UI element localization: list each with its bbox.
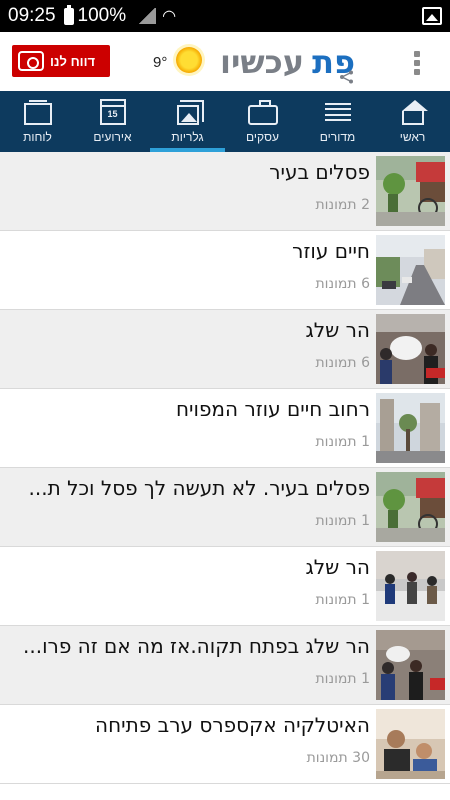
app-logo[interactable]: עכשיו פת xyxy=(220,40,355,82)
sun-icon xyxy=(176,47,202,73)
gallery-thumbnail xyxy=(376,472,445,542)
gallery-icon xyxy=(176,100,204,125)
nav-tab-businesses[interactable]: עסקים xyxy=(225,91,300,152)
nav-tab-label: גלריות xyxy=(171,130,204,144)
gallery-title: האיטלקיה אקספרס ערב פתיחה xyxy=(95,713,370,737)
gallery-title: חיים עוזר xyxy=(292,239,370,263)
gallery-thumbnail xyxy=(376,630,445,700)
gallery-thumbnail xyxy=(376,709,445,779)
gallery-list-item[interactable]: הר שלג 6 תמונות xyxy=(0,310,450,389)
gallery-list: פסלים בעיר 2 תמונות חיים עוזר 6 תמונות ה… xyxy=(0,152,450,784)
calendar-day: 15 xyxy=(107,109,118,119)
wifi-icon: ◠ xyxy=(162,8,177,25)
gallery-list-item[interactable]: רחוב חיים עוזר המפויח 1 תמונות xyxy=(0,389,450,468)
gallery-list-item[interactable]: הר שלג 1 תמונות xyxy=(0,547,450,626)
gallery-title: פסלים בעיר. לא תעשה לך פסל וכל ת... xyxy=(28,476,370,500)
gallery-photo-count: 30 תמונות xyxy=(306,750,370,766)
status-bar: 09:25 100% ◠ xyxy=(0,0,450,32)
gallery-photo-count: 1 תמונות xyxy=(315,592,370,608)
calendar-icon: 15 xyxy=(99,99,126,125)
gallery-list-item[interactable]: האיטלקיה אקספרס ערב פתיחה 30 תמונות xyxy=(0,705,450,784)
home-icon xyxy=(401,100,428,125)
nav-tab-home[interactable]: ראשי xyxy=(375,91,450,152)
gallery-photo-count: 1 תמונות xyxy=(315,434,370,450)
nav-tab-boards[interactable]: לוחות xyxy=(0,91,75,152)
status-time: 09:25 xyxy=(8,5,56,26)
gallery-photo-count: 6 תמונות xyxy=(315,276,370,292)
gallery-thumbnail xyxy=(376,314,445,384)
battery-level: 100% xyxy=(77,5,127,26)
briefcase-icon xyxy=(247,100,278,125)
gallery-thumbnail xyxy=(376,235,445,305)
gallery-thumbnail xyxy=(376,393,445,463)
logo-text-now: עכשיו xyxy=(220,43,305,81)
weather-temperature: 9° xyxy=(153,54,168,71)
gallery-thumbnail xyxy=(376,551,445,621)
gallery-title: הר שלג xyxy=(305,318,371,342)
board-icon xyxy=(23,100,52,125)
signal-icon xyxy=(138,8,157,24)
gallery-photo-count: 1 תמונות xyxy=(315,671,370,687)
gallery-photo-count: 1 תמונות xyxy=(315,513,370,529)
nav-tab-events[interactable]: 15 אירועים xyxy=(75,91,150,152)
gallery-title: הר שלג בפתח תקוה.אז מה אם זה פרו... xyxy=(23,634,370,658)
gallery-list-item[interactable]: פסלים בעיר. לא תעשה לך פסל וכל ת... 1 תמ… xyxy=(0,468,450,547)
gallery-title: רחוב חיים עוזר המפויח xyxy=(175,397,370,421)
gallery-title: הר שלג xyxy=(305,555,371,579)
gallery-thumbnail xyxy=(376,156,445,226)
report-to-us-button[interactable]: דווח לנו xyxy=(12,45,110,77)
nav-tab-label: אירועים xyxy=(93,130,132,144)
list-icon xyxy=(323,99,353,125)
battery-icon xyxy=(63,4,74,25)
gallery-list-item[interactable]: הר שלג בפתח תקוה.אז מה אם זה פרו... 1 תמ… xyxy=(0,626,450,705)
gallery-title: פסלים בעיר xyxy=(269,160,370,184)
nav-tab-label: עסקים xyxy=(246,130,279,144)
overflow-menu-icon[interactable] xyxy=(414,51,420,75)
gallery-photo-count: 2 תמונות xyxy=(315,197,370,213)
gallery-list-item[interactable]: חיים עוזר 6 תמונות xyxy=(0,231,450,310)
nav-tab-label: לוחות xyxy=(23,130,52,144)
nav-tab-label: מדורים xyxy=(319,130,356,144)
gallery-photo-count: 6 תמונות xyxy=(315,355,370,371)
nav-tab-label: ראשי xyxy=(399,130,426,144)
screenshot-notification-icon xyxy=(422,7,442,25)
nav-tab-sections[interactable]: מדורים xyxy=(300,91,375,152)
report-button-label: דווח לנו xyxy=(50,53,96,69)
nav-tab-galleries[interactable]: גלריות xyxy=(150,91,225,152)
gallery-list-item[interactable]: פסלים בעיר 2 תמונות xyxy=(0,152,450,231)
app-header: דווח לנו 9° עכשיו פת xyxy=(0,32,450,91)
main-nav: ראשי מדורים עסקים גלריות 15 אירועים לוחו… xyxy=(0,91,450,152)
share-icon xyxy=(340,70,353,84)
camera-icon xyxy=(18,51,44,71)
